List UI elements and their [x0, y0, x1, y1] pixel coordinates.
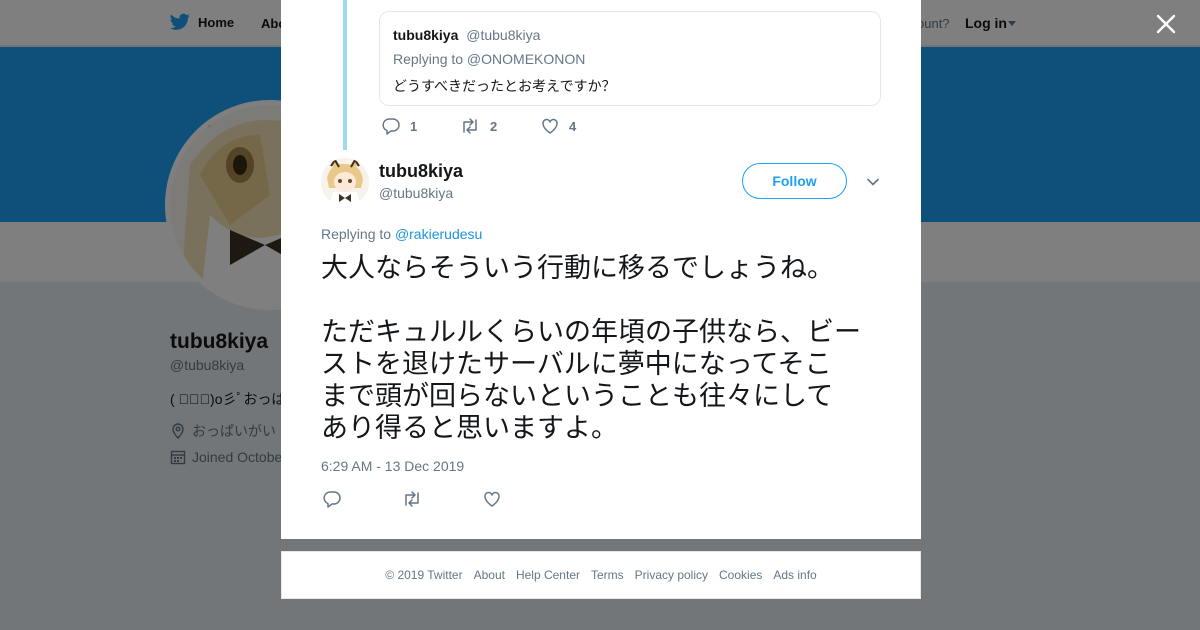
- author-avatar-image: [321, 158, 369, 206]
- parent-reply-button[interactable]: 1: [382, 117, 417, 135]
- parent-like-count: 4: [569, 118, 577, 134]
- parent-tweet-card[interactable]: tubu8kiya @tubu8kiya Replying to @ONOMEK…: [379, 11, 881, 106]
- replying-prefix: Replying to: [321, 226, 392, 242]
- tweet-text-line: まで頭が回らないということも往々にして: [321, 381, 834, 412]
- chevron-down-icon[interactable]: [866, 175, 880, 189]
- close-icon[interactable]: [1153, 11, 1179, 37]
- footer-help-link[interactable]: Help Center: [516, 568, 580, 582]
- tweet-text-line: 大人ならそういう行動に移るでしょうね。: [321, 253, 834, 284]
- tweet-text-line: ストを退けたサーバルに夢中になってそこ: [321, 349, 832, 380]
- tweet-modal: tubu8kiya @tubu8kiya Replying to @ONOMEK…: [281, 0, 921, 539]
- tweet-text-line: ただキュルルくらいの年頃の子供なら、ビー: [321, 317, 861, 348]
- parent-like-button[interactable]: 4: [541, 117, 576, 135]
- retweet-icon: [463, 118, 477, 134]
- footer-copyright: © 2019 Twitter: [385, 568, 463, 582]
- parent-tweet-handle[interactable]: @tubu8kiya: [466, 27, 540, 43]
- tweet-timestamp[interactable]: 6:29 AM - 13 Dec 2019: [321, 458, 464, 474]
- footer-terms-link[interactable]: Terms: [591, 568, 624, 582]
- thread-connector-line: [343, 0, 347, 150]
- footer-privacy-link[interactable]: Privacy policy: [635, 568, 708, 582]
- heart-icon: [542, 118, 558, 134]
- modal-footer: © 2019 Twitter About Help Center Terms P…: [281, 551, 921, 599]
- parent-reply-count: 1: [410, 118, 418, 134]
- footer-about-link[interactable]: About: [474, 568, 505, 582]
- retweet-icon[interactable]: [402, 490, 422, 508]
- parent-tweet-name[interactable]: tubu8kiya: [393, 27, 458, 43]
- tweet-text-line: あり得ると思いますよ。: [321, 413, 618, 444]
- tweet-author-avatar[interactable]: [321, 158, 369, 206]
- parent-tweet-replying-to: Replying to @ONOMEKONON: [393, 51, 586, 67]
- parent-tweet-header: tubu8kiya @tubu8kiya: [393, 27, 540, 43]
- reply-icon[interactable]: [323, 490, 341, 508]
- tweet-text: 大人ならそういう行動に移るでしょうね。 ただキュルルくらいの年頃の子供なら、ビー…: [321, 253, 891, 445]
- footer-cookies-link[interactable]: Cookies: [719, 568, 762, 582]
- heart-icon[interactable]: [483, 490, 501, 508]
- tweet-replying-to: Replying to @rakierudesu: [321, 226, 482, 242]
- footer-ads-link[interactable]: Ads info: [773, 568, 816, 582]
- parent-retweet-count: 2: [490, 118, 498, 134]
- reply-icon: [382, 118, 400, 135]
- parent-tweet-text: どうすべきだったとお考えですか？: [393, 78, 616, 94]
- replying-user-link[interactable]: @rakierudesu: [395, 226, 482, 242]
- follow-button[interactable]: Follow: [742, 163, 847, 199]
- tweet-author-handle[interactable]: @tubu8kiya: [379, 185, 453, 201]
- parent-retweet-button[interactable]: 2: [460, 117, 497, 135]
- tweet-author-name[interactable]: tubu8kiya: [379, 161, 463, 182]
